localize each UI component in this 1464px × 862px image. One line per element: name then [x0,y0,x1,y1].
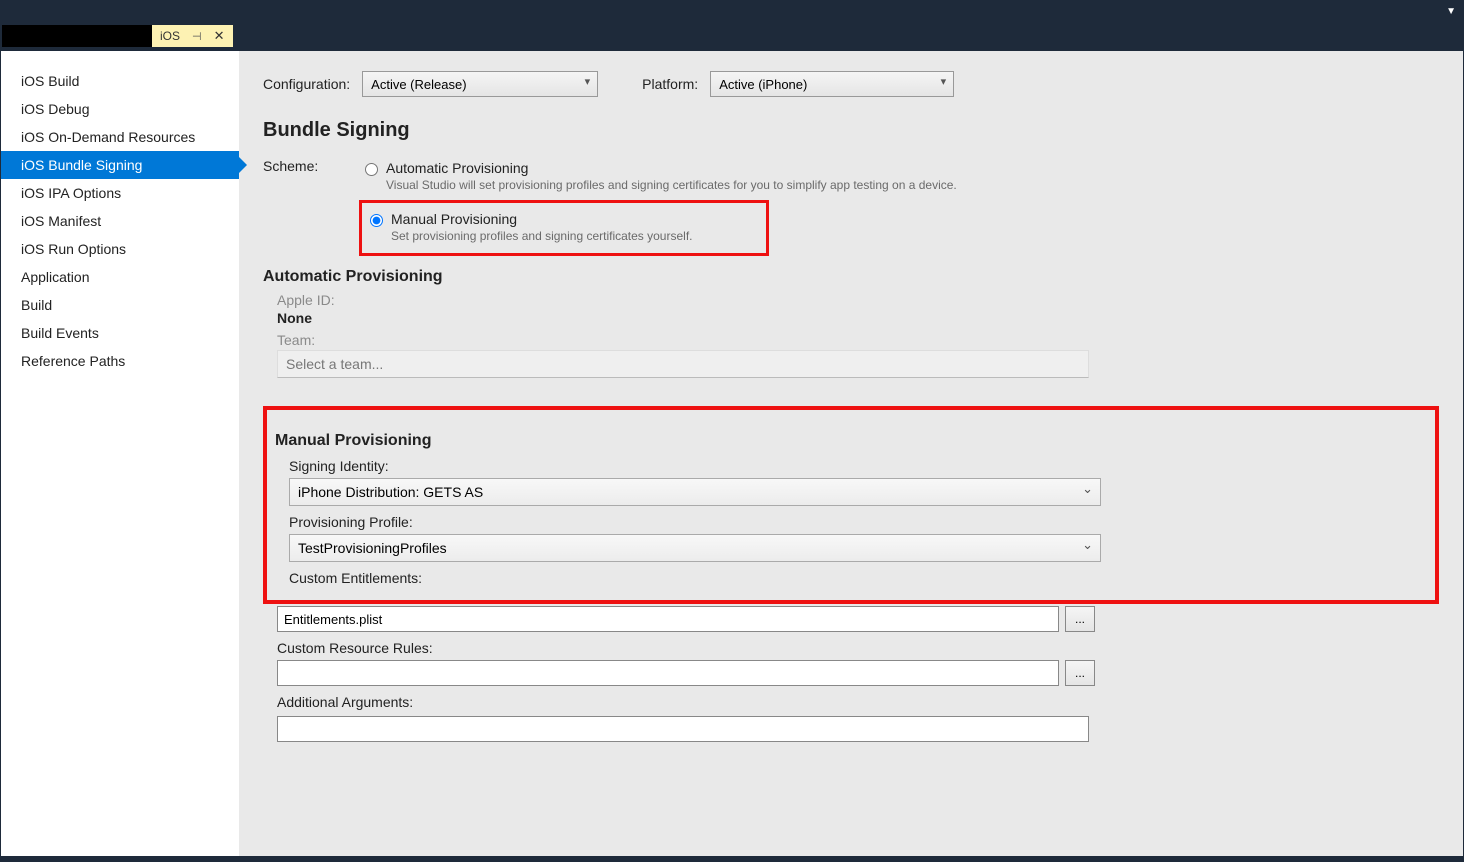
custom-resource-rules-browse-button[interactable]: ... [1065,660,1095,686]
tab-label: iOS [160,29,180,43]
sidebar-item-ios-debug[interactable]: iOS Debug [1,95,239,123]
close-icon[interactable]: ✕ [214,28,225,44]
main-area: iOS Build iOS Debug iOS On-Demand Resour… [0,50,1464,860]
page-heading: Bundle Signing [263,119,1439,142]
sidebar: iOS Build iOS Debug iOS On-Demand Resour… [1,51,239,856]
sidebar-item-ios-ipa[interactable]: iOS IPA Options [1,179,239,207]
radio-manual-provisioning[interactable]: Manual Provisioning Set provisioning pro… [362,203,766,253]
provisioning-profile-select[interactable] [289,534,1101,562]
content-panel: Configuration: Platform: Bundle Signing … [239,51,1463,856]
additional-arguments-input[interactable] [277,716,1089,742]
sidebar-item-application[interactable]: Application [1,263,239,291]
tab-ios[interactable]: iOS ⊣ ✕ [152,25,233,47]
configuration-label: Configuration: [263,76,350,92]
scheme-label: Scheme: [263,156,329,174]
apple-id-value: None [277,310,1439,326]
sidebar-item-ios-bundle-signing[interactable]: iOS Bundle Signing [1,151,239,179]
sidebar-item-ios-run[interactable]: iOS Run Options [1,235,239,263]
radio-auto-input[interactable] [365,163,378,176]
sidebar-item-ios-ondemand[interactable]: iOS On-Demand Resources [1,123,239,151]
platform-select[interactable] [710,71,954,97]
radio-auto-desc: Visual Studio will set provisioning prof… [386,178,957,192]
title-bar: ▼ [0,0,1464,25]
radio-auto-title: Automatic Provisioning [386,160,957,176]
configuration-select[interactable] [362,71,598,97]
config-row: Configuration: Platform: [263,71,1439,97]
sidebar-item-ios-build[interactable]: iOS Build [1,67,239,95]
dropdown-arrow-icon[interactable]: ▼ [1446,6,1456,17]
custom-resource-rules-input[interactable] [277,660,1059,686]
sidebar-item-reference-paths[interactable]: Reference Paths [1,347,239,375]
pin-icon[interactable]: ⊣ [192,30,202,43]
radio-manual-input[interactable] [370,214,383,227]
provisioning-profile-label: Provisioning Profile: [289,514,1427,530]
sidebar-item-ios-manifest[interactable]: iOS Manifest [1,207,239,235]
team-label: Team: [277,332,1439,348]
automatic-provisioning-section: Automatic Provisioning Apple ID: None Te… [263,268,1439,378]
scheme-row: Scheme: Automatic Provisioning Visual St… [263,156,1439,256]
sidebar-item-build-events[interactable]: Build Events [1,319,239,347]
radio-manual-desc: Set provisioning profiles and signing ce… [391,229,693,243]
signing-identity-label: Signing Identity: [289,458,1427,474]
manual-heading: Manual Provisioning [275,432,1427,450]
team-select[interactable] [277,350,1089,378]
radio-automatic-provisioning[interactable]: Automatic Provisioning Visual Studio wil… [359,156,1439,200]
custom-entitlements-label: Custom Entitlements: [289,570,1427,586]
custom-entitlements-browse-button[interactable]: ... [1065,606,1095,632]
automatic-heading: Automatic Provisioning [263,268,1439,286]
signing-identity-select[interactable] [289,478,1101,506]
radio-manual-title: Manual Provisioning [391,211,693,227]
custom-entitlements-input[interactable] [277,606,1059,632]
platform-label: Platform: [642,76,698,92]
additional-arguments-label: Additional Arguments: [277,694,1439,710]
custom-resource-rules-label: Custom Resource Rules: [277,640,1439,656]
apple-id-label: Apple ID: [277,292,1439,308]
tab-blank [2,25,152,47]
tab-bar: iOS ⊣ ✕ [0,25,1464,50]
manual-provisioning-section: Manual Provisioning Signing Identity: Pr… [263,406,1439,742]
sidebar-item-build[interactable]: Build [1,291,239,319]
